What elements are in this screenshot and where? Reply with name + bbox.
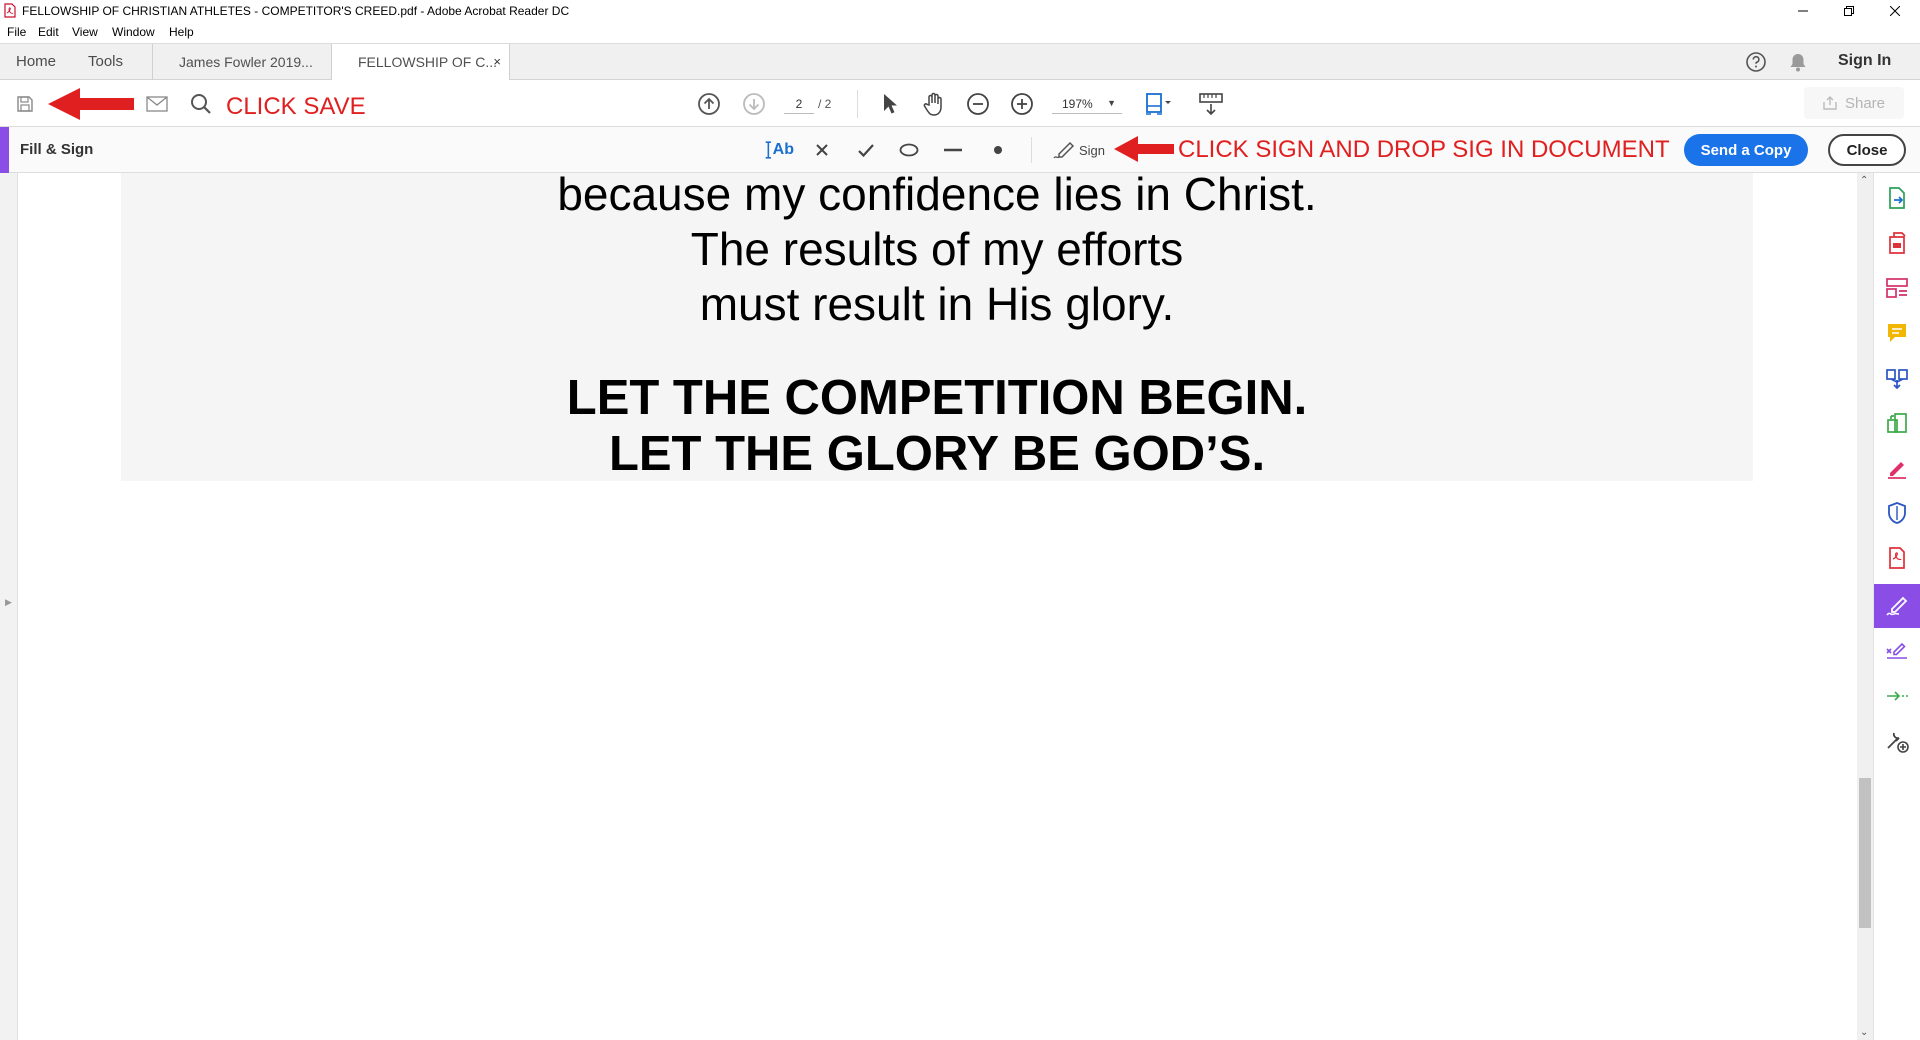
tab-document-james-fowler[interactable]: James Fowler 2019... — [152, 44, 332, 80]
compress-pdf-icon[interactable] — [1874, 401, 1920, 445]
cross-mark-icon[interactable] — [812, 138, 832, 162]
window-title: FELLOWSHIP OF CHRISTIAN ATHLETES - COMPE… — [22, 4, 570, 18]
restore-button[interactable] — [1826, 0, 1872, 22]
more-tools-icon[interactable] — [1874, 719, 1920, 763]
menu-help[interactable]: Help — [169, 25, 194, 39]
close-fill-sign-button[interactable]: Close — [1828, 134, 1906, 166]
menu-view[interactable]: View — [72, 25, 98, 39]
main-toolbar: CLICK SAVE 2 / 2 197% ▼ Share — [0, 80, 1920, 127]
tab-home[interactable]: Home — [16, 53, 56, 70]
page-number-input[interactable]: 2 — [784, 94, 814, 114]
tab-label: FELLOWSHIP OF C... — [358, 54, 497, 70]
title-bar: FELLOWSHIP OF CHRISTIAN ATHLETES - COMPE… — [0, 0, 1920, 22]
share-icon — [1823, 96, 1837, 110]
fill-sign-icon[interactable] — [1874, 584, 1920, 628]
ellipse-icon[interactable] — [897, 138, 921, 162]
menu-file[interactable]: File — [7, 25, 26, 39]
select-cursor-icon[interactable] — [877, 91, 903, 117]
tab-bar: Home Tools James Fowler 2019... FELLOWSH… — [0, 43, 1920, 81]
expand-panel-icon[interactable]: ▶ — [5, 597, 12, 608]
toolbar-divider — [857, 90, 858, 118]
creed-line-3: must result in His glory. — [699, 278, 1175, 330]
fill-sign-accent — [0, 127, 9, 173]
closing-line-2: LET THE GLORY BE GOD’S. — [608, 427, 1266, 481]
fill-sign-title: Fill & Sign — [20, 141, 94, 158]
send-a-copy-button[interactable]: Send a Copy — [1684, 134, 1808, 166]
pdf-convert-icon[interactable] — [1874, 536, 1920, 580]
left-panel-strip[interactable]: ▶ — [0, 173, 18, 1040]
tab-document-fellowship[interactable]: FELLOWSHIP OF C... × — [332, 44, 510, 81]
pdf-page: because my confidence lies in Christ. Th… — [121, 168, 1753, 481]
share-label: Share — [1844, 94, 1886, 112]
creed-line-2: The results of my efforts — [690, 223, 1184, 275]
add-text-label: Ab — [772, 141, 794, 158]
zoom-value: 197% — [1062, 97, 1093, 111]
notifications-bell-icon[interactable] — [1786, 50, 1810, 74]
zoom-out-icon[interactable] — [965, 91, 991, 117]
sign-pen-icon — [1053, 141, 1075, 159]
tab-tools[interactable]: Tools — [88, 53, 123, 70]
menu-edit[interactable]: Edit — [38, 25, 59, 39]
annotation-arrow-sign — [1112, 133, 1176, 165]
page-total: / 2 — [818, 97, 832, 111]
tab-label: James Fowler 2019... — [179, 54, 313, 70]
combine-files-icon[interactable] — [1874, 356, 1920, 400]
creed-line-1: because my confidence lies in Christ. — [557, 168, 1317, 220]
line-icon[interactable] — [942, 138, 964, 162]
scroll-down-icon[interactable]: ⌄ — [1860, 1027, 1868, 1038]
sign-button[interactable]: Sign — [1050, 138, 1108, 162]
send-track-icon[interactable] — [1874, 674, 1920, 718]
scroll-mode-icon[interactable] — [1196, 91, 1226, 117]
annotation-arrow-save — [46, 86, 136, 122]
pdf-file-icon — [4, 3, 16, 18]
chevron-down-icon: ▼ — [1107, 98, 1116, 108]
edit-pdf-icon[interactable] — [1874, 446, 1920, 490]
dot-icon[interactable] — [988, 138, 1008, 162]
search-icon[interactable] — [188, 91, 214, 117]
fill-sign-divider — [1031, 137, 1032, 163]
scroll-up-icon[interactable]: ⌃ — [1860, 175, 1868, 186]
zoom-level-select[interactable]: 197% ▼ — [1052, 94, 1122, 114]
zoom-in-icon[interactable] — [1009, 91, 1035, 117]
tab-close-icon[interactable]: × — [493, 54, 501, 69]
annotation-click-sign: CLICK SIGN AND DROP SIG IN DOCUMENT — [1178, 136, 1670, 163]
menu-bar: File Edit View Window Help — [0, 22, 1920, 43]
comment-icon[interactable] — [1874, 311, 1920, 355]
export-pdf-icon[interactable] — [1874, 221, 1920, 265]
page-display-icon[interactable] — [1143, 91, 1177, 117]
save-icon[interactable] — [12, 91, 38, 117]
annotation-click-save: CLICK SAVE — [226, 93, 366, 120]
help-icon[interactable] — [1744, 50, 1768, 74]
sign-in-link[interactable]: Sign In — [1838, 52, 1891, 70]
sign-label: Sign — [1078, 142, 1106, 158]
share-button[interactable]: Share — [1804, 87, 1904, 119]
closing-line-1: LET THE COMPETITION BEGIN. — [566, 371, 1308, 425]
hand-tool-icon[interactable] — [921, 91, 947, 117]
menu-window[interactable]: Window — [112, 25, 155, 39]
request-signature-icon[interactable] — [1874, 629, 1920, 673]
scrollbar-thumb[interactable] — [1859, 778, 1871, 928]
next-page-icon[interactable] — [741, 91, 767, 117]
create-pdf-icon[interactable] — [1874, 176, 1920, 220]
checkmark-icon[interactable] — [855, 138, 877, 162]
protect-icon[interactable] — [1874, 491, 1920, 535]
minimize-button[interactable] — [1780, 0, 1826, 22]
email-icon[interactable] — [144, 91, 170, 117]
organize-pages-icon[interactable] — [1874, 266, 1920, 310]
add-text-icon[interactable]: Ab — [764, 138, 794, 162]
window-close-button[interactable] — [1872, 0, 1918, 22]
previous-page-icon[interactable] — [696, 91, 722, 117]
